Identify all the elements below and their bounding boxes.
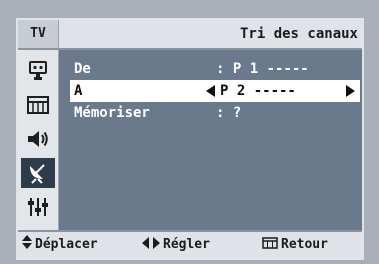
row-memoriser[interactable]: Mémoriser : ?	[70, 102, 360, 124]
tv-tab[interactable]: TV	[18, 20, 59, 48]
right-arrow-icon[interactable]	[346, 85, 355, 97]
adjust-label: Régler	[163, 237, 210, 252]
settings-sliders-icon[interactable]	[21, 192, 55, 222]
menu-icon	[262, 232, 278, 258]
footer-move: Déplacer	[22, 232, 98, 258]
move-label: Déplacer	[35, 237, 98, 252]
menu-footer: Déplacer Régler Retour	[18, 230, 362, 258]
menu-content: De : P 1 ----- A P 2 ----- Mémoriser : ?	[66, 50, 360, 230]
row-value: P 2 -----	[220, 83, 296, 99]
speaker-icon[interactable]	[21, 124, 55, 154]
row-de[interactable]: De : P 1 -----	[70, 58, 360, 80]
tv-screen: TV Tri des canaux De: P 1 ----- A P 2 -…	[0, 0, 379, 264]
satellite-dish-icon[interactable]	[21, 158, 55, 188]
osd-menu-panel: TV Tri des canaux De: P 1 ----- A P 2 -…	[16, 18, 364, 260]
row-a-selected[interactable]: A P 2 -----	[70, 80, 360, 102]
row-value: : ?	[216, 105, 242, 121]
return-label: Retour	[281, 237, 328, 252]
row-label: Mémoriser	[74, 105, 150, 121]
up-down-arrows-icon	[22, 232, 32, 258]
menu-title: Tri des canaux	[239, 26, 358, 42]
footer-return: Retour	[262, 232, 328, 258]
row-label: De	[74, 61, 91, 77]
menu-header: TV Tri des canaux	[18, 20, 362, 50]
row-label: A	[74, 83, 83, 99]
menu-sidebar	[18, 50, 59, 230]
left-right-arrows-icon	[142, 232, 160, 258]
left-arrow-icon[interactable]	[206, 85, 215, 97]
row-value: : P 1 -----	[216, 61, 309, 77]
picture-icon[interactable]	[21, 90, 55, 120]
footer-adjust: Régler	[142, 232, 210, 258]
antenna-plug-icon[interactable]	[21, 56, 55, 86]
